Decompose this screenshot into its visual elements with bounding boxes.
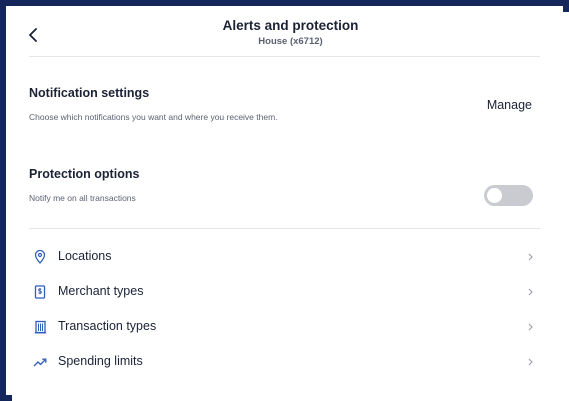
list-item-label: Transaction types [58,319,157,333]
chevron-right-icon [526,287,534,297]
list-item-label: Merchant types [58,284,144,298]
trending-up-icon [32,354,48,370]
chevron-right-icon [526,252,534,262]
header-divider [29,56,540,57]
manage-notifications-link[interactable]: Manage [487,98,532,112]
list-item-label: Locations [58,249,112,263]
account-subtitle: House (x6712) [258,36,323,47]
section-divider [29,228,540,229]
notification-settings-title: Notification settings [29,86,150,100]
device-frame: Alerts and protection House (x6712) Noti… [0,0,569,401]
list-item-transaction-types[interactable]: Transaction types [29,312,540,342]
list-item-label: Spending limits [58,354,143,368]
notification-settings-description: Choose which notifications you want and … [29,112,278,122]
toggle-knob [487,188,502,203]
list-item-merchant-types[interactable]: Merchant types [29,277,540,307]
location-pin-icon [32,249,48,265]
alerts-screen: Alerts and protection House (x6712) Noti… [12,12,569,401]
list-item-locations[interactable]: Locations [29,242,540,272]
page-title: Alerts and protection [222,18,359,33]
protection-options-title: Protection options [29,167,140,181]
dollar-receipt-icon [32,284,48,300]
building-icon [32,319,48,335]
notify-all-transactions-toggle[interactable] [484,185,533,206]
chevron-right-icon [526,322,534,332]
chevron-right-icon [526,357,534,367]
list-item-spending-limits[interactable]: Spending limits [29,347,540,377]
protection-options-description: Notify me on all transactions [29,193,136,203]
